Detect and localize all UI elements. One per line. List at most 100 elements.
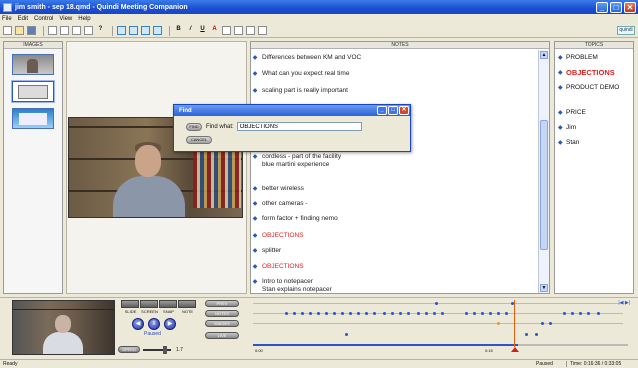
note-item[interactable]: ◆ OBJECTIONS	[251, 232, 537, 240]
notes-scrollbar[interactable]: ▲ ▼	[538, 50, 549, 293]
timeline-marker[interactable]	[341, 312, 344, 315]
new-file-icon[interactable]	[3, 26, 12, 35]
topic-item[interactable]: ◆ Jim	[558, 124, 633, 132]
note-item[interactable]: ◆ What can you expect real time	[251, 70, 537, 78]
timeline-marker[interactable]	[293, 312, 296, 315]
timeline-marker[interactable]	[481, 312, 484, 315]
mode-note-button[interactable]	[178, 300, 196, 308]
timeline-marker[interactable]	[497, 312, 500, 315]
timeline-marker[interactable]	[301, 312, 304, 315]
track-label-prev[interactable]: PREV	[205, 300, 239, 307]
timeline-marker[interactable]	[465, 312, 468, 315]
save-icon[interactable]	[27, 26, 36, 35]
cut-icon[interactable]	[48, 26, 57, 35]
timeline-marker[interactable]	[349, 312, 352, 315]
timeline-marker[interactable]	[525, 333, 528, 336]
playhead-marker-icon[interactable]	[511, 347, 519, 352]
note-item[interactable]: ◆ OBJECTIONS	[251, 263, 537, 271]
italic-icon[interactable]: /	[186, 26, 195, 35]
note-item[interactable]: ◆ cordless - part of the facility blue ma…	[251, 153, 537, 169]
topic-item[interactable]: ◆ PROBLEM	[558, 54, 633, 62]
timeline-marker[interactable]	[417, 312, 420, 315]
note-item[interactable]: ◆ Intro to notepacer Stan explains notepa…	[251, 278, 537, 294]
menu-help[interactable]: Help	[78, 16, 90, 22]
note-item[interactable]: ◆ scaling part is really important	[251, 87, 537, 95]
timeline-marker[interactable]	[325, 312, 328, 315]
timeline-marker[interactable]	[579, 312, 582, 315]
list-icon[interactable]	[258, 26, 267, 35]
timeline[interactable]: PREV NOTES IMAGES LIVE 0:00 0:15 |◀ ▶|	[205, 300, 633, 355]
topic-item[interactable]: ◆ Stan	[558, 139, 633, 147]
note-item[interactable]: ◆ better wireless	[251, 185, 537, 193]
timeline-marker[interactable]	[399, 312, 402, 315]
align-right-icon[interactable]	[246, 26, 255, 35]
note-item[interactable]: ◆ Differences between KM and VOC	[251, 54, 537, 62]
align-left-icon[interactable]	[222, 26, 231, 35]
image-thumbnail[interactable]	[12, 108, 54, 129]
copy-icon[interactable]	[60, 26, 69, 35]
timeline-marker[interactable]	[541, 322, 544, 325]
playhead[interactable]	[514, 300, 515, 347]
timeline-marker[interactable]	[441, 312, 444, 315]
find-button[interactable]: FIND	[186, 122, 202, 131]
menu-control[interactable]: Control	[34, 16, 53, 22]
timeline-marker[interactable]	[597, 312, 600, 315]
paste-icon[interactable]	[72, 26, 81, 35]
maximize-button[interactable]: □	[610, 1, 622, 13]
timeline-marker[interactable]	[357, 312, 360, 315]
layout-3-icon[interactable]	[141, 26, 150, 35]
mode-slide-button[interactable]	[121, 300, 139, 308]
minimize-button[interactable]: _	[596, 1, 608, 13]
timeline-marker[interactable]	[285, 312, 288, 315]
layout-1-icon[interactable]	[117, 26, 126, 35]
find-maximize-button[interactable]: □	[388, 106, 398, 115]
timeline-marker[interactable]	[425, 312, 428, 315]
speed-slider[interactable]	[143, 345, 171, 354]
topic-item[interactable]: ◆ PRICE	[558, 109, 633, 117]
timeline-marker[interactable]	[563, 312, 566, 315]
pause-icon[interactable]: II	[148, 318, 160, 330]
timeline-marker[interactable]	[497, 322, 500, 325]
play-icon[interactable]: ▶	[164, 318, 176, 330]
rewind-icon[interactable]: ◀	[132, 318, 144, 330]
timeline-marker[interactable]	[365, 312, 368, 315]
help-icon[interactable]: ?	[96, 26, 105, 35]
note-item[interactable]: ◆ other cameras -	[251, 200, 537, 208]
timeline-marker[interactable]	[383, 312, 386, 315]
timeline-marker[interactable]	[435, 302, 438, 305]
timeline-marker[interactable]	[373, 312, 376, 315]
timeline-marker[interactable]	[571, 312, 574, 315]
scroll-up-icon[interactable]: ▲	[540, 51, 548, 59]
timeline-nav-icon[interactable]: |◀ ▶|	[618, 300, 630, 306]
timeline-marker[interactable]	[535, 333, 538, 336]
scroll-thumb[interactable]	[540, 120, 548, 250]
find-input[interactable]	[236, 122, 362, 131]
track-label-live[interactable]: LIVE	[205, 332, 239, 339]
cancel-button[interactable]: CANCEL	[186, 136, 212, 144]
mode-screen-button[interactable]	[140, 300, 158, 308]
timeline-marker[interactable]	[309, 312, 312, 315]
timeline-marker[interactable]	[473, 312, 476, 315]
mode-snap-button[interactable]	[159, 300, 177, 308]
note-item[interactable]: ◆ splitter	[251, 247, 537, 255]
menu-file[interactable]: File	[2, 16, 12, 22]
open-folder-icon[interactable]	[15, 26, 24, 35]
timeline-marker[interactable]	[587, 312, 590, 315]
timeline-marker[interactable]	[505, 312, 508, 315]
timeline-marker[interactable]	[317, 312, 320, 315]
speed-button[interactable]: SPEED	[118, 346, 140, 353]
timeline-marker[interactable]	[433, 312, 436, 315]
topic-item[interactable]: ◆ OBJECTIONS	[558, 69, 633, 77]
note-item[interactable]: ◆ form factor + finding nemo	[251, 215, 537, 223]
track-label-images[interactable]: IMAGES	[205, 320, 239, 327]
scroll-down-icon[interactable]: ▼	[540, 284, 548, 292]
timeline-marker[interactable]	[489, 312, 492, 315]
timeline-marker[interactable]	[391, 312, 394, 315]
timeline-marker[interactable]	[407, 312, 410, 315]
menu-edit[interactable]: Edit	[18, 16, 28, 22]
timeline-marker[interactable]	[345, 333, 348, 336]
find-close-button[interactable]: ✕	[399, 106, 409, 115]
track-label-notes[interactable]: NOTES	[205, 310, 239, 317]
image-thumbnail[interactable]	[12, 81, 54, 102]
align-center-icon[interactable]	[234, 26, 243, 35]
